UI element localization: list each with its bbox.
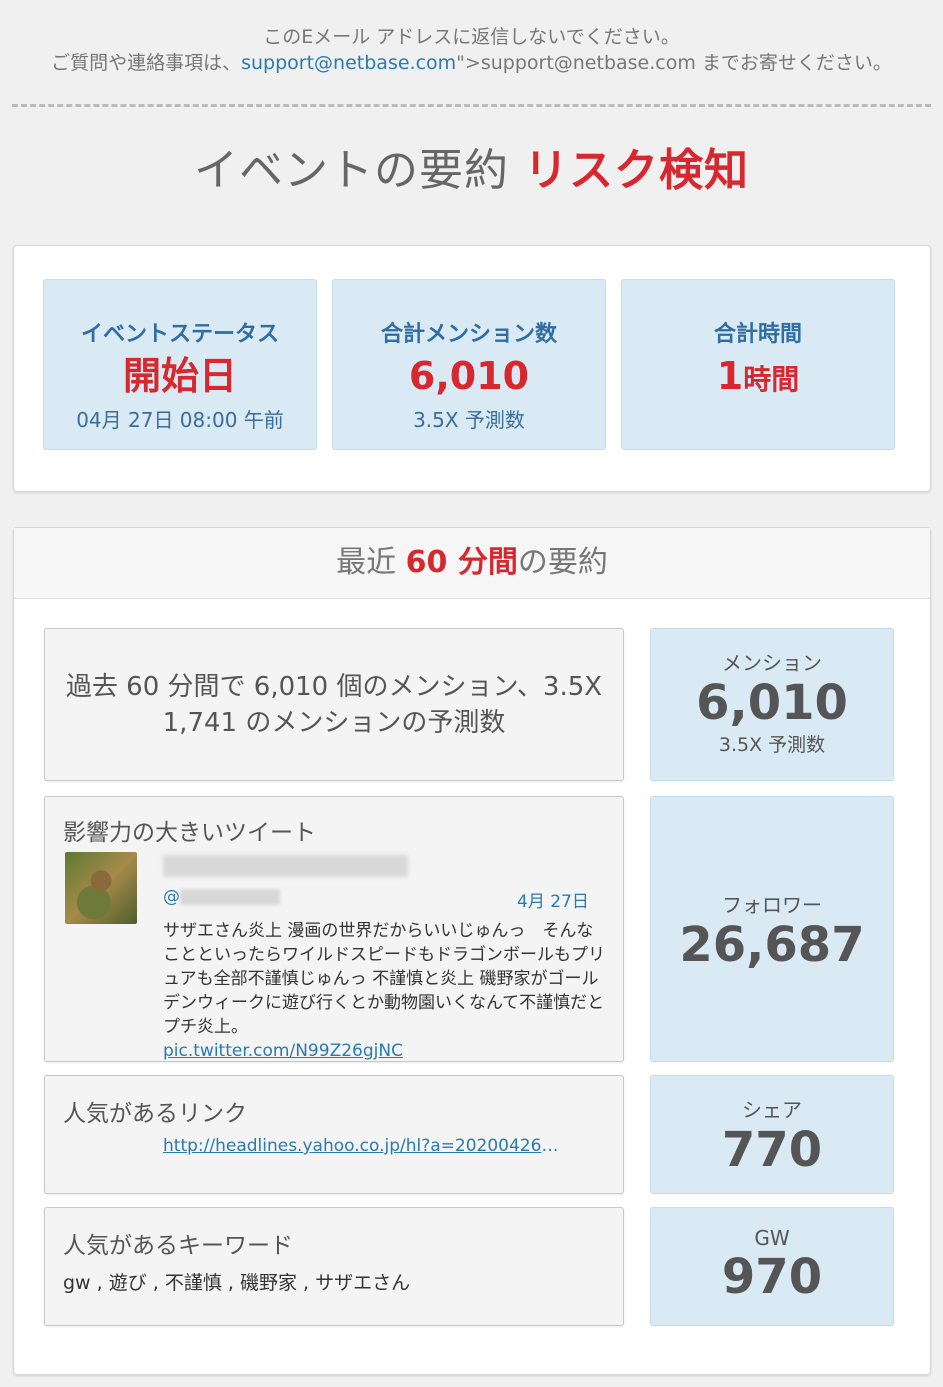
shares-metric: シェア 770 bbox=[650, 1075, 894, 1194]
followers-label: フォロワー bbox=[722, 893, 822, 917]
tweet-avatar[interactable] bbox=[65, 852, 137, 924]
total-mentions-box: 合計メンション数 6,010 3.5X 予測数 bbox=[332, 279, 606, 450]
popular-link-url[interactable]: http://headlines.yahoo.co.jp/hl?a=202004… bbox=[163, 1136, 563, 1156]
followers-value: 26,687 bbox=[679, 917, 865, 973]
tweet-author-name-redacted bbox=[163, 855, 408, 877]
popular-keywords-title: 人気があるキーワード bbox=[63, 1233, 293, 1259]
notice-line-1: このEメール アドレスに返信しないでください。 bbox=[263, 26, 680, 48]
shares-label: シェア bbox=[742, 1098, 802, 1122]
tweet-text: サザエさん炎上 漫画の世界だからいいじゅんっ そんなことといったらワイルドスピー… bbox=[163, 921, 605, 1037]
event-start-time: 04月 27日 08:00 午前 bbox=[76, 408, 284, 432]
total-time-box: 合計時間 1時間 bbox=[621, 279, 895, 450]
total-time-unit: 時間 bbox=[743, 363, 800, 396]
handle-at: @ bbox=[163, 887, 180, 907]
event-status-label: イベントステータス bbox=[80, 322, 279, 347]
total-time-value: 1時間 bbox=[622, 354, 894, 402]
recent-suffix: の要約 bbox=[517, 545, 608, 580]
summary-line-1: 過去 60 分間で 6,010 個のメンション、3.5X bbox=[65, 672, 603, 702]
tweet-handle[interactable]: @ bbox=[163, 887, 280, 907]
total-mentions-value: 6,010 bbox=[408, 354, 530, 398]
title-text: イベントの要約 bbox=[194, 145, 509, 196]
tweet-pic-link[interactable]: pic.twitter.com/N99Z26gjNC bbox=[163, 1039, 608, 1063]
event-status-value: 開始日 bbox=[122, 354, 237, 398]
tweet-body: サザエさん炎上 漫画の世界だからいいじゅんっ そんなことといったらワイルドスピー… bbox=[163, 919, 608, 1063]
total-mentions-forecast: 3.5X 予測数 bbox=[413, 408, 525, 432]
handle-redacted bbox=[180, 889, 280, 905]
mentions-metric-forecast: 3.5X 予測数 bbox=[718, 734, 826, 756]
followers-metric: フォロワー 26,687 bbox=[650, 796, 894, 1062]
support-email-link[interactable]: support@netbase.com bbox=[241, 52, 456, 74]
popular-keywords-card: 人気があるキーワード gw , 遊び , 不謹慎 , 磯野家 , サザエさん bbox=[44, 1207, 624, 1326]
keyword-value: 970 bbox=[721, 1249, 823, 1305]
email-notice: このEメール アドレスに返信しないでください。 ご質問や連絡事項は、suppor… bbox=[0, 0, 943, 76]
dashed-divider bbox=[12, 104, 931, 107]
total-time-label: 合計時間 bbox=[713, 322, 802, 347]
tweet-date[interactable]: 4月 27日 bbox=[517, 887, 589, 912]
influential-tweet-title: 影響力の大きいツイート bbox=[63, 820, 316, 846]
keywords-list: gw , 遊び , 不謹慎 , 磯野家 , サザエさん bbox=[63, 1272, 411, 1294]
keyword-metric: GW 970 bbox=[650, 1207, 894, 1326]
event-summary-title: イベントの要約 リスク検知 bbox=[0, 141, 943, 201]
recent-summary-panel: 最近 60 分間の要約 過去 60 分間で 6,010 個のメンション、3.5X… bbox=[13, 527, 931, 1375]
mentions-summary-card: 過去 60 分間で 6,010 個のメンション、3.5X 1,741 のメンショ… bbox=[44, 628, 624, 781]
notice-line-2: ご質問や連絡事項は、support@netbase.com">support@n… bbox=[0, 50, 943, 76]
recent-summary-title: 最近 60 分間の要約 bbox=[14, 528, 930, 599]
mentions-metric-value: 6,010 bbox=[696, 675, 848, 731]
mentions-metric-label: メンション bbox=[722, 651, 822, 675]
recent-duration: 60 分間 bbox=[405, 545, 518, 580]
keyword-label: GW bbox=[754, 1226, 790, 1250]
shares-value: 770 bbox=[721, 1122, 823, 1178]
total-mentions-label: 合計メンション数 bbox=[380, 322, 557, 347]
notice-prefix: ご質問や連絡事項は、 bbox=[51, 52, 242, 74]
risk-detection-label: リスク検知 bbox=[524, 145, 749, 196]
influential-tweet-card: 影響力の大きいツイート @ 4月 27日 サザエさん炎上 漫画の世界だからいいじ… bbox=[44, 796, 624, 1062]
popular-link-title: 人気があるリンク bbox=[63, 1101, 247, 1127]
total-time-number: 1 bbox=[716, 354, 744, 398]
notice-suffix: ">support@netbase.com までお寄せください。 bbox=[456, 52, 892, 74]
popular-link-card: 人気があるリンク http://headlines.yahoo.co.jp/hl… bbox=[44, 1075, 624, 1194]
recent-prefix: 最近 bbox=[336, 545, 397, 580]
summary-line-2: 1,741 のメンションの予測数 bbox=[162, 708, 506, 738]
event-stats-panel: イベントステータス 開始日 04月 27日 08:00 午前 合計メンション数 … bbox=[13, 245, 931, 492]
mentions-metric: メンション 6,010 3.5X 予測数 bbox=[650, 628, 894, 781]
event-status-box: イベントステータス 開始日 04月 27日 08:00 午前 bbox=[43, 279, 317, 450]
mentions-summary-text: 過去 60 分間で 6,010 個のメンション、3.5X 1,741 のメンショ… bbox=[45, 669, 623, 741]
